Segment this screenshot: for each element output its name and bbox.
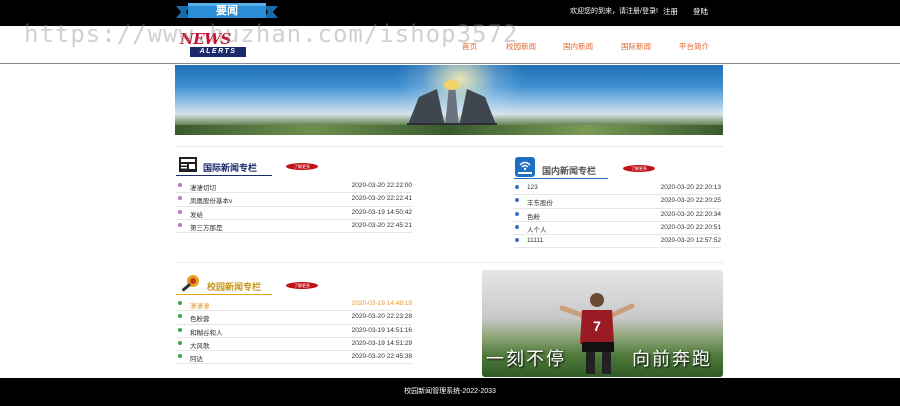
list-item[interactable]: 123 2020-03-20 22:20:13 <box>513 182 721 196</box>
list-item[interactable]: 11111 2020-03-20 12:57:52 <box>513 235 721 249</box>
international-news-list: 凄凄切切 2020-03-20 22:22:00 凤凰股份基本v 2020-03-2… <box>176 180 412 234</box>
campus-title-underline <box>176 294 272 295</box>
list-item[interactable]: 和糊谷和人 2020-03-19 14:51:16 <box>176 325 412 338</box>
nav-international-news[interactable]: 国际新闻 <box>621 41 651 52</box>
bullet-icon <box>178 340 182 345</box>
nav-platform-intro[interactable]: 平台简介 <box>679 41 709 52</box>
bullet-icon <box>178 354 182 359</box>
domestic-more-button[interactable]: 了解更多 <box>623 165 655 172</box>
domestic-news-list: 123 2020-03-20 22:20:13 丰东股份 2020-03-20 22… <box>513 182 721 249</box>
jersey-number: 7 <box>593 318 601 334</box>
bullet-icon <box>178 183 182 187</box>
list-item[interactable]: 人个人 2020-03-20 22:20:51 <box>513 222 721 236</box>
newspaper-icon <box>179 157 197 172</box>
list-item[interactable]: 阿达 2020-03-20 22:45:38 <box>176 351 412 365</box>
list-item[interactable]: 色粉 2020-03-20 22:20:34 <box>513 209 721 222</box>
bullet-icon <box>515 185 519 189</box>
bullet-icon <box>515 198 519 203</box>
campus-more-button[interactable]: 了解更多 <box>286 282 318 289</box>
wifi-news-icon <box>515 157 535 177</box>
login-link[interactable]: 登陆 <box>693 6 708 17</box>
campus-news-list: 凄凄凄 2020-03-19 14:48:19 色粉蓉 2020-03-20 22:… <box>176 298 412 365</box>
section-divider <box>175 262 723 263</box>
nav-domestic-news[interactable]: 国内新闻 <box>563 41 593 52</box>
microphone-icon <box>181 275 199 292</box>
banner-divider <box>175 146 723 147</box>
bullet-icon <box>178 222 182 227</box>
list-item[interactable]: 色粉蓉 2020-03-20 22:23:28 <box>176 311 412 325</box>
ribbon-title: 要闻 <box>216 4 238 17</box>
watermark-text: https://www.huzhan.com/ishop3572 <box>24 20 519 48</box>
logo-alerts-text: ALERTS <box>190 47 246 57</box>
list-item[interactable]: 第三方那是 2020-03-20 22:45:21 <box>176 220 412 234</box>
bullet-icon <box>515 238 519 243</box>
bullet-icon <box>178 301 182 305</box>
welcome-text: 欢迎您的到来，请注册/登录! <box>570 8 658 15</box>
footer: 校园新闻管理系统-2022-2033 <box>0 378 900 406</box>
list-item[interactable]: 发给 2020-03-19 14:50:42 <box>176 207 412 220</box>
bullet-icon <box>515 211 519 216</box>
ribbon-banner: 要闻 <box>176 2 278 20</box>
domestic-title-underline <box>514 178 608 179</box>
list-item[interactable]: 凄凄凄 2020-03-19 14:48:19 <box>176 298 412 312</box>
bullet-icon <box>178 314 182 319</box>
banner-trees <box>175 125 723 135</box>
monument-graphic <box>407 80 497 127</box>
list-item[interactable]: 凄凄切切 2020-03-20 22:22:00 <box>176 180 412 194</box>
player-caption-right: 向前奔跑 <box>632 349 712 370</box>
international-title-underline <box>176 175 272 176</box>
list-item[interactable]: 丰东股份 2020-03-20 22:20:25 <box>513 195 721 209</box>
domestic-section-title: 国内新闻专栏 <box>542 167 597 177</box>
bullet-icon <box>178 327 182 332</box>
football-player-image: 7 一刻不停 向前奔跑 <box>482 270 723 377</box>
list-item[interactable]: 凤凰股份基本v 2020-03-20 22:22:41 <box>176 193 412 207</box>
footer-copyright: 校园新闻管理系统-2022-2033 <box>404 388 496 395</box>
campus-section-title: 校园新闻专栏 <box>207 283 262 293</box>
international-more-button[interactable]: 了解更多 <box>286 163 318 170</box>
hero-banner-image <box>175 65 723 135</box>
bullet-icon <box>515 224 519 229</box>
player-caption-left: 一刻不停 <box>486 349 566 370</box>
list-item[interactable]: 大风歌 2020-03-19 14:51:29 <box>176 338 412 352</box>
international-section-title: 国际新闻专栏 <box>203 164 258 174</box>
bullet-icon <box>178 209 182 214</box>
register-link[interactable]: 注册 <box>663 6 678 17</box>
bullet-icon <box>178 196 182 201</box>
